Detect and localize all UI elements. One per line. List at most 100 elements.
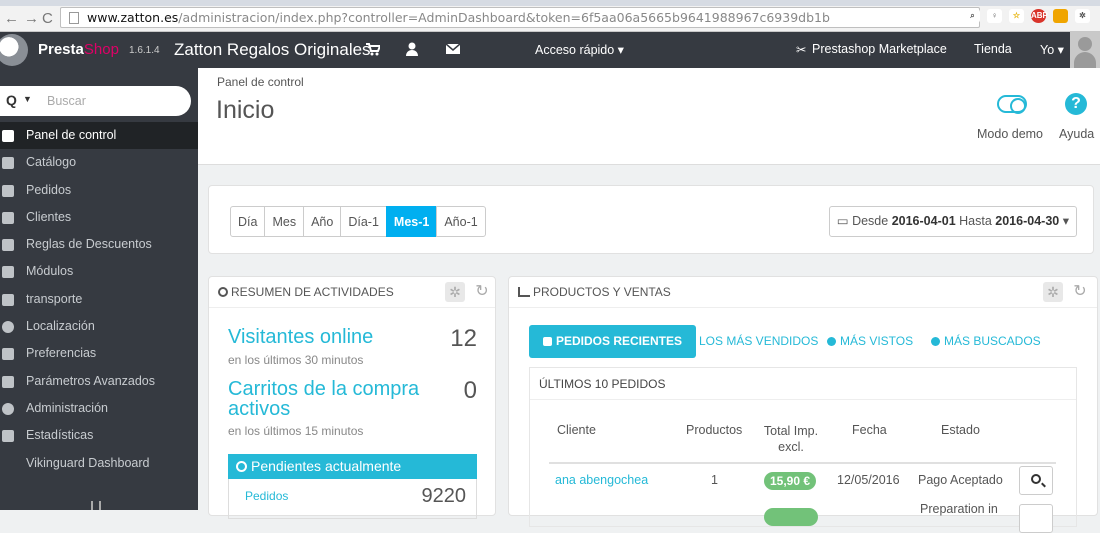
order-status: Pago Aceptado [918, 473, 1003, 487]
demo-mode-label[interactable]: Modo demo [977, 127, 1043, 141]
sidebar-item-label: Clientes [26, 209, 72, 224]
online-visitors-label[interactable]: Visitantes online [228, 327, 373, 347]
sidebar-item-reglas-de-descuentos[interactable]: Reglas de Descuentos [0, 231, 198, 258]
puzzle-icon [2, 266, 14, 279]
puzzle-extension-icon[interactable]: ✲ [1075, 9, 1090, 23]
tab-label: MÁS VISTOS [840, 334, 914, 348]
marketplace-icon: ✂ [796, 43, 807, 57]
sidebar-item-label: Catálogo [26, 155, 77, 170]
page-title: Inicio [216, 96, 275, 124]
period-month-button[interactable]: Mes [264, 206, 305, 237]
online-visitors-value: 12 [450, 325, 477, 352]
reload-icon[interactable]: C [42, 10, 53, 27]
browser-tab-strip [0, 0, 1100, 6]
sidebar-item-label: transporte [26, 291, 83, 306]
recent-orders-box: ÚLTIMOS 10 PEDIDOS Cliente Productos Tot… [529, 367, 1077, 533]
date-range-picker[interactable]: ▭ Desde 2016-04-01 Hasta 2016-04-30 ▾ [828, 206, 1077, 237]
sidebar-item-modulos[interactable]: Módulos [0, 258, 198, 285]
pending-orders-link[interactable]: Pedidos [245, 489, 288, 503]
employee-menu[interactable]: Yo ▾ [1040, 42, 1064, 57]
search-icon[interactable]: Q [6, 92, 17, 108]
products-sales-panel: PRODUCTOS Y VENTAS ✲ ↻ PEDIDOS RECIENTES… [508, 276, 1098, 533]
marketplace-link[interactable]: Prestashop Marketplace [812, 42, 947, 56]
view-order-button[interactable] [1019, 466, 1053, 495]
sidebar-item-preferencias[interactable]: Preferencias [0, 340, 198, 367]
period-prev-year-button[interactable]: Año-1 [436, 206, 486, 237]
help-label[interactable]: Ayuda [1059, 127, 1094, 141]
sidebar-item-parametros-avanzados[interactable]: Parámetros Avanzados [0, 368, 198, 395]
order-status: Preparation in [920, 502, 998, 516]
view-order-button[interactable] [1019, 504, 1053, 533]
sidebar-item-estadisticas[interactable]: Estadísticas [0, 422, 198, 449]
tab-best-sellers[interactable]: LOS MÁS VENDIDOS [686, 325, 818, 358]
help-icon[interactable]: ? [1065, 93, 1087, 115]
page-icon [69, 12, 79, 24]
back-arrow-icon[interactable]: ← [4, 10, 19, 27]
range-from-value: 2016-04-01 [891, 214, 956, 228]
range-to-label: Hasta [959, 214, 992, 228]
column-header-total: Total Imp. excl. [763, 424, 819, 454]
sidebar-item-administracion[interactable]: Administración [0, 395, 198, 422]
sidebar-item-panel-de-control[interactable]: Panel de control [0, 122, 198, 150]
address-bar[interactable]: www.zatton.es/administracion/index.php?c… [60, 7, 980, 28]
period-year-button[interactable]: Año [303, 206, 342, 237]
sidebar-item-transporte[interactable]: transporte [0, 286, 198, 313]
order-client-link[interactable]: ana abengochea [555, 473, 648, 487]
period-button-group: Día Mes Año Día-1 Mes-1 Año-1 [230, 206, 486, 237]
envelope-icon[interactable] [446, 42, 460, 56]
url-host: www.zatton.es [87, 10, 179, 25]
brand-name[interactable]: PrestaShop [38, 41, 119, 58]
order-date: 12/05/2016 [837, 473, 900, 487]
forward-arrow-icon[interactable]: → [24, 10, 39, 27]
calendar-icon: ▭ [836, 214, 849, 228]
pending-orders-row: Pedidos 9220 [228, 479, 477, 519]
order-total-badge: 15,90 € [764, 472, 817, 490]
active-carts-label[interactable]: Carritos de la compra activos [228, 379, 443, 419]
cart-icon[interactable] [366, 42, 380, 56]
period-day-button[interactable]: Día [230, 206, 266, 237]
key-icon[interactable]: ♀ [987, 9, 1002, 23]
search-icon [1031, 474, 1041, 484]
browser-extension-icons: ⌕ ♀ ☆ ABP ✲ [965, 9, 1090, 23]
quick-access-menu[interactable]: Acceso rápido ▾ [535, 42, 624, 57]
bar-chart-icon [2, 430, 14, 443]
configure-gear-icon[interactable]: ✲ [445, 282, 465, 302]
star-icon[interactable]: ☆ [1009, 9, 1024, 23]
search-input[interactable]: Buscar [47, 94, 86, 108]
chevron-down-icon[interactable]: ▼ [23, 94, 32, 104]
search-box[interactable]: Q ▼ Buscar [0, 86, 191, 116]
dashboard-icon [2, 130, 14, 142]
sidebar-item-catalogo[interactable]: Catálogo [0, 149, 198, 176]
period-prev-month-button[interactable]: Mes-1 [385, 206, 438, 237]
store-link[interactable]: Tienda [974, 42, 1012, 56]
adblock-icon[interactable]: ABP [1031, 9, 1048, 23]
extension-icon[interactable] [1053, 9, 1068, 23]
sidebar-item-vikinguard-dashboard[interactable]: Vikinguard Dashboard [0, 450, 198, 477]
tab-most-searched[interactable]: MÁS BUSCADOS [931, 325, 1041, 358]
pending-title: Pendientes actualmente [251, 458, 402, 474]
online-visitors-sub: en los últimos 30 minutos [228, 353, 364, 367]
prestashop-logo-icon[interactable] [0, 34, 28, 66]
trophy-icon [686, 337, 695, 346]
collapse-menu-icon[interactable] [91, 501, 101, 510]
zoom-icon[interactable]: ⌕ [965, 9, 980, 23]
breadcrumb[interactable]: Panel de control [217, 75, 304, 89]
sidebar-item-pedidos[interactable]: Pedidos [0, 177, 198, 204]
tab-most-viewed[interactable]: MÁS VISTOS [827, 325, 913, 358]
demo-toggle-icon[interactable] [997, 95, 1027, 114]
globe-icon [2, 321, 14, 334]
period-prev-day-button[interactable]: Día-1 [340, 206, 387, 237]
avatar[interactable] [1070, 32, 1100, 68]
activity-panel-title: RESUMEN DE ACTIVIDADES [231, 285, 394, 299]
admin-topbar: PrestaShop 1.6.1.4 Zatton Regalos Origin… [0, 32, 1100, 68]
sidebar-item-localizacion[interactable]: Localización [0, 313, 198, 340]
configure-gear-icon[interactable]: ✲ [1043, 282, 1063, 302]
refresh-icon[interactable]: ↻ [1070, 282, 1090, 302]
pencil-icon [543, 337, 552, 346]
user-icon[interactable] [405, 42, 419, 56]
tab-recent-orders[interactable]: PEDIDOS RECIENTES [529, 325, 697, 358]
refresh-icon[interactable]: ↻ [472, 282, 492, 302]
shop-name-link[interactable]: Zatton Regalos Originales [174, 40, 371, 60]
sidebar-item-clientes[interactable]: Clientes [0, 204, 198, 231]
tab-label: PEDIDOS RECIENTES [556, 334, 683, 348]
